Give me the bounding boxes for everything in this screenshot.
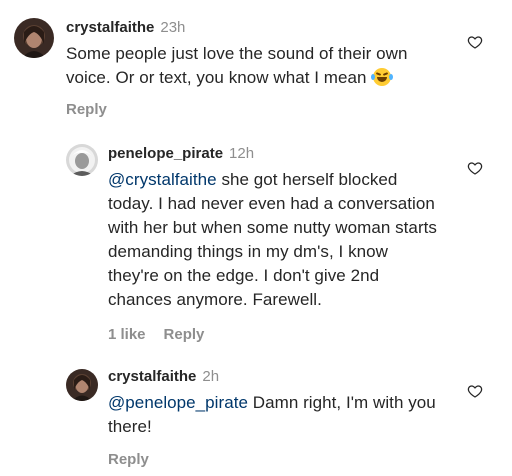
mention-link[interactable]: @crystalfaithe <box>108 170 217 189</box>
likes-count[interactable]: 1 like <box>108 326 146 343</box>
comment-text: @penelope_pirate Damn right, I'm with yo… <box>108 391 438 439</box>
face-with-tears-of-joy-icon <box>371 68 394 86</box>
reply-button[interactable]: Reply <box>66 101 107 118</box>
reply-button[interactable]: Reply <box>164 326 205 343</box>
comment-text-content: Some people just love the sound of their… <box>66 44 408 87</box>
comment-header: crystalfaithe 23h <box>66 18 446 38</box>
like-button[interactable] <box>467 160 483 176</box>
avatar-crystalfaithe[interactable] <box>66 369 98 401</box>
comment-2: penelope_pirate 12h @crystalfaithe she go… <box>0 130 512 345</box>
avatar-crystalfaithe[interactable] <box>14 18 54 58</box>
comment-header: penelope_pirate 12h <box>108 144 438 164</box>
comment-header: crystalfaithe 2h <box>108 367 438 387</box>
avatar-image <box>66 144 98 176</box>
timestamp[interactable]: 2h <box>202 368 219 385</box>
comment-1: crystalfaithe 23h Some people just love t… <box>0 0 512 120</box>
heart-outline-icon <box>467 162 483 175</box>
reply-button[interactable]: Reply <box>108 451 149 468</box>
comment-body: penelope_pirate 12h @crystalfaithe she go… <box>108 144 438 343</box>
avatar-image <box>14 18 54 58</box>
avatar-penelope-pirate[interactable] <box>66 144 98 176</box>
username[interactable]: crystalfaithe <box>66 19 154 36</box>
comment-text: Some people just love the sound of their… <box>66 42 446 90</box>
comment-actions: 1 like Reply <box>108 326 438 343</box>
comment-3: crystalfaithe 2h @penelope_pirate Damn ri… <box>0 357 512 476</box>
timestamp[interactable]: 23h <box>160 19 185 36</box>
like-button[interactable] <box>467 34 483 50</box>
comment-body: crystalfaithe 23h Some people just love t… <box>66 18 446 118</box>
heart-outline-icon <box>467 385 483 398</box>
comment-actions: Reply <box>66 101 446 118</box>
comment-body: crystalfaithe 2h @penelope_pirate Damn ri… <box>108 367 438 468</box>
avatar-image <box>66 369 98 401</box>
comment-text-content: she got herself blocked today. I had nev… <box>108 170 437 309</box>
timestamp[interactable]: 12h <box>229 145 254 162</box>
comment-text: @crystalfaithe she got herself blocked t… <box>108 168 438 312</box>
comment-actions: Reply <box>108 451 438 468</box>
heart-outline-icon <box>467 36 483 49</box>
username[interactable]: crystalfaithe <box>108 368 196 385</box>
mention-link[interactable]: @penelope_pirate <box>108 393 248 412</box>
username[interactable]: penelope_pirate <box>108 145 223 162</box>
like-button[interactable] <box>467 383 483 399</box>
